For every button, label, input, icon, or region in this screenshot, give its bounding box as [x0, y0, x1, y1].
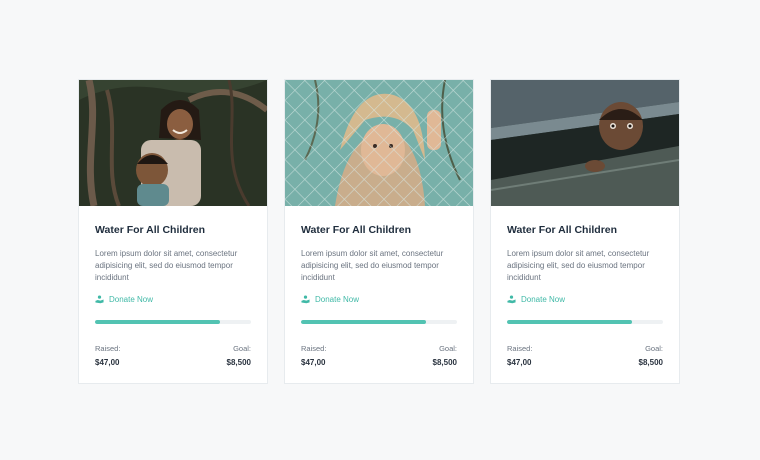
goal-value: $8,500 — [226, 358, 251, 367]
goal-stat: Goal: $8,500 — [433, 344, 457, 368]
goal-label: Goal: — [233, 344, 251, 353]
donation-progress-bar — [95, 320, 251, 324]
campaign-description: Lorem ipsum dolor sit amet, consectetur … — [95, 249, 238, 282]
goal-stat: Goal: $8,500 — [639, 344, 663, 368]
donation-stats: Raised: $47,00 Goal: $8,500 — [507, 344, 663, 368]
donate-now-link[interactable]: Donate Now — [95, 295, 153, 304]
donation-progress-fill — [95, 320, 220, 324]
raised-value: $47,00 — [507, 358, 532, 367]
donate-now-label: Donate Now — [521, 295, 566, 304]
campaign-card: Water For All Children Lorem ipsum dolor… — [284, 79, 474, 384]
campaign-title: Water For All Children — [301, 224, 412, 236]
donate-hand-icon — [507, 295, 516, 304]
campaign-title: Water For All Children — [95, 224, 206, 236]
campaign-title: Water For All Children — [507, 224, 618, 236]
campaign-photo-boy-peeking[interactable] — [491, 80, 679, 206]
donation-stats: Raised: $47,00 Goal: $8,500 — [95, 344, 251, 368]
raised-label: Raised: — [301, 344, 327, 353]
campaign-photo-children-laughing[interactable] — [79, 80, 267, 206]
goal-value: $8,500 — [432, 358, 457, 367]
donation-progress-bar — [301, 320, 457, 324]
campaign-description: Lorem ipsum dolor sit amet, consectetur … — [507, 249, 650, 282]
raised-label: Raised: — [95, 344, 121, 353]
donate-now-label: Donate Now — [315, 295, 360, 304]
donation-progress-fill — [507, 320, 632, 324]
campaign-photo-girl-behind-fence[interactable] — [285, 80, 473, 206]
goal-label: Goal: — [645, 344, 663, 353]
campaign-description: Lorem ipsum dolor sit amet, consectetur … — [301, 249, 444, 282]
donate-hand-icon — [301, 295, 310, 304]
donate-hand-icon — [95, 295, 104, 304]
campaign-card: Water For All Children Lorem ipsum dolor… — [490, 79, 680, 384]
donate-now-link[interactable]: Donate Now — [301, 295, 359, 304]
goal-stat: Goal: $8,500 — [227, 344, 251, 368]
goal-label: Goal: — [439, 344, 457, 353]
donation-progress-bar — [507, 320, 663, 324]
raised-stat: Raised: $47,00 — [301, 344, 326, 368]
donation-stats: Raised: $47,00 Goal: $8,500 — [301, 344, 457, 368]
campaign-cards: Water For All Children Lorem ipsum dolor… — [78, 79, 680, 384]
donate-now-link[interactable]: Donate Now — [507, 295, 565, 304]
raised-stat: Raised: $47,00 — [95, 344, 120, 368]
goal-value: $8,500 — [638, 358, 663, 367]
campaign-card: Water For All Children Lorem ipsum dolor… — [78, 79, 268, 384]
raised-stat: Raised: $47,00 — [507, 344, 532, 368]
raised-value: $47,00 — [95, 358, 120, 367]
raised-label: Raised: — [507, 344, 533, 353]
donation-progress-fill — [301, 320, 426, 324]
raised-value: $47,00 — [301, 358, 326, 367]
donate-now-label: Donate Now — [109, 295, 154, 304]
